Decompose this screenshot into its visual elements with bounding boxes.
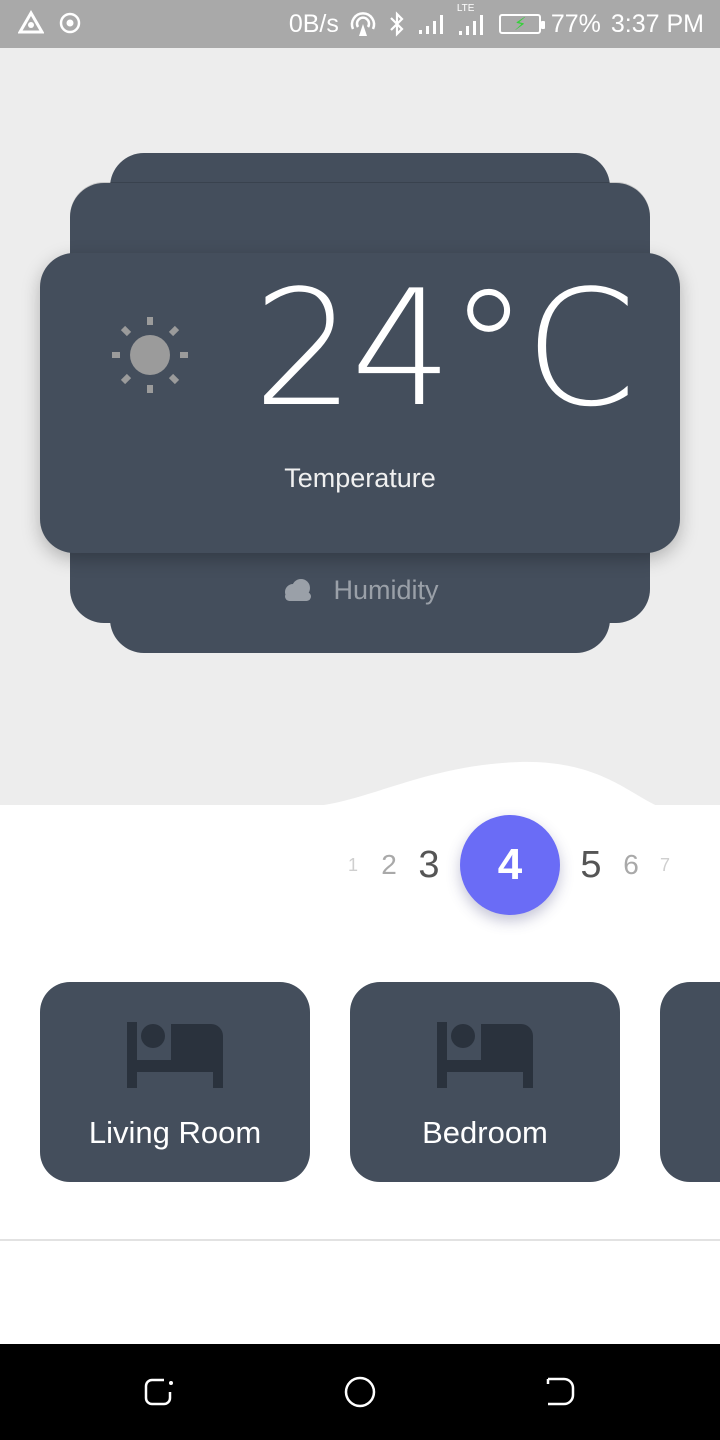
page-active[interactable]: 4 [460,815,560,915]
navigation-bar [0,1344,720,1440]
room-card-bedroom[interactable]: Bedroom [350,982,620,1182]
net-speed: 0B/s [288,9,339,38]
page-selector: 1 2 3 4 5 6 7 [0,815,720,915]
back-icon[interactable] [542,1374,578,1410]
page-1[interactable]: 1 [343,815,363,915]
status-right: 0B/s LTE ⚡ 77% 3:37 PM [289,0,704,48]
humidity-label: Humidity [333,574,439,605]
signal-lte-icon: LTE [457,3,489,37]
network-type: LTE [456,3,475,14]
bed-icon [437,1022,533,1088]
home-icon[interactable] [342,1374,378,1410]
cloud-icon [285,579,312,601]
target-icon [58,11,82,35]
page-7[interactable]: 7 [655,815,675,915]
recents-icon[interactable] [142,1374,178,1410]
wave-divider [300,761,660,807]
hotspot-icon [349,11,377,37]
room-card-partial[interactable] [660,982,720,1182]
temperature-card[interactable]: 24°C Temperature [40,253,680,553]
page-3[interactable]: 3 [410,815,448,915]
temperature-value: 24°C [253,255,636,442]
page-5[interactable]: 5 [572,815,610,915]
status-bar: 0B/s LTE ⚡ 77% 3:37 PM [0,0,720,48]
clock: 3:37 PM [610,9,704,38]
alert-triangle-icon [18,10,44,36]
sun-icon [112,317,188,393]
room-card-living-room[interactable]: Living Room [40,982,310,1182]
room-label: Living Room [88,1115,262,1150]
divider [0,1239,720,1241]
signal-icon [417,12,447,36]
bluetooth-icon [387,11,407,37]
battery-charging-icon: ⚡ [498,14,545,34]
room-label: Bedroom [422,1115,548,1150]
page-2[interactable]: 2 [374,815,404,915]
humidity-card-peek[interactable]: Humidity [70,558,650,622]
temperature-label: Temperature [284,463,436,493]
page-6[interactable]: 6 [616,815,646,915]
bed-icon [127,1022,223,1088]
status-left-icons [18,10,82,36]
battery-percent: 77% [550,9,601,38]
